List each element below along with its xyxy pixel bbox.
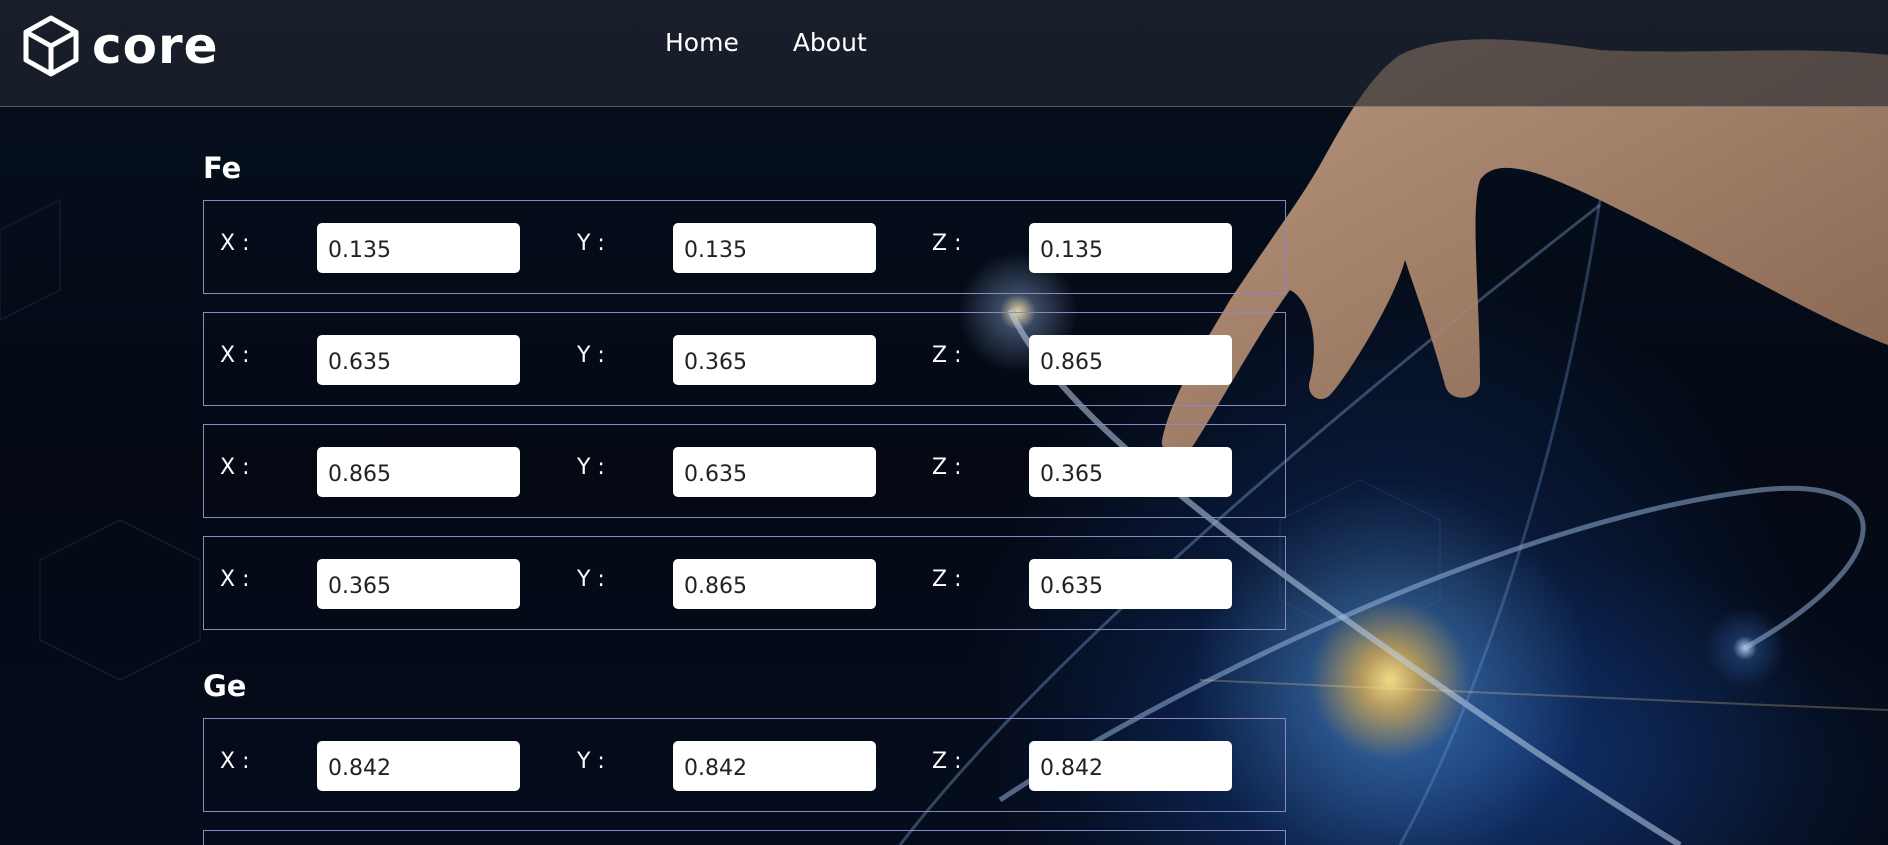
x-input[interactable] xyxy=(317,223,520,273)
x-input[interactable] xyxy=(317,559,520,609)
x-label: X : xyxy=(220,231,250,256)
z-input[interactable] xyxy=(1029,447,1232,497)
y-label: Y : xyxy=(577,343,605,368)
y-label: Y : xyxy=(577,455,605,480)
brand-logo[interactable]: core xyxy=(22,13,219,79)
y-input[interactable] xyxy=(673,559,876,609)
z-label: Z : xyxy=(932,567,962,592)
y-input[interactable] xyxy=(673,223,876,273)
coordinate-row: X : Y : Z : xyxy=(203,200,1286,294)
y-label: Y : xyxy=(577,231,605,256)
z-input[interactable] xyxy=(1029,335,1232,385)
top-navbar: core Home About xyxy=(0,0,1888,107)
y-input[interactable] xyxy=(673,335,876,385)
coordinates-form: Fe X : Y : Z : X : Y : Z : X : Y : Z : X… xyxy=(203,150,1288,845)
z-label: Z : xyxy=(932,455,962,480)
nav-home-link[interactable]: Home xyxy=(665,28,739,57)
cube-icon xyxy=(23,15,79,77)
y-input[interactable] xyxy=(673,741,876,791)
z-input[interactable] xyxy=(1029,741,1232,791)
coordinate-row-partial xyxy=(203,830,1286,845)
z-label: Z : xyxy=(932,749,962,774)
y-input[interactable] xyxy=(673,447,876,497)
brand-name: core xyxy=(92,17,219,75)
x-label: X : xyxy=(220,567,250,592)
element-title-fe: Fe xyxy=(203,151,242,185)
x-input[interactable] xyxy=(317,335,520,385)
z-input[interactable] xyxy=(1029,559,1232,609)
x-input[interactable] xyxy=(317,447,520,497)
y-label: Y : xyxy=(577,567,605,592)
z-label: Z : xyxy=(932,231,962,256)
z-label: Z : xyxy=(932,343,962,368)
coordinate-row: X : Y : Z : xyxy=(203,536,1286,630)
y-label: Y : xyxy=(577,749,605,774)
element-title-ge: Ge xyxy=(203,669,247,703)
main-nav: Home About xyxy=(665,28,867,57)
x-input[interactable] xyxy=(317,741,520,791)
x-label: X : xyxy=(220,749,250,774)
coordinate-row: X : Y : Z : xyxy=(203,312,1286,406)
nav-about-link[interactable]: About xyxy=(793,28,867,57)
coordinate-row: X : Y : Z : xyxy=(203,424,1286,518)
x-label: X : xyxy=(220,455,250,480)
z-input[interactable] xyxy=(1029,223,1232,273)
x-label: X : xyxy=(220,343,250,368)
coordinate-row: X : Y : Z : xyxy=(203,718,1286,812)
